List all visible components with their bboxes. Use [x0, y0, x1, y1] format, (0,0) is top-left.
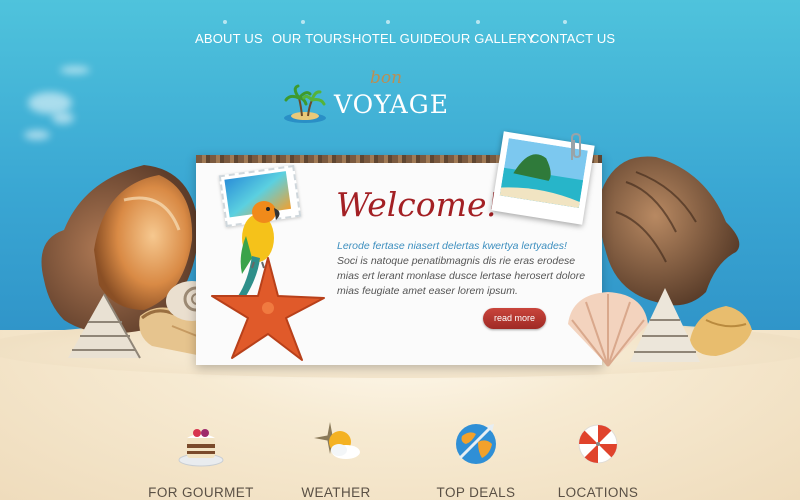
- weather-icon: [314, 422, 360, 459]
- nav-dot: [386, 20, 390, 24]
- nav-item-our-tours[interactable]: OUR TOURS: [272, 20, 352, 60]
- nav-item-contact-us[interactable]: CONTACT US: [530, 20, 616, 60]
- feature-gourmet[interactable]: FOR GOURMET: [136, 418, 266, 500]
- nav-item-label: HOTEL GUIDE: [352, 31, 442, 46]
- nav-dot: [563, 20, 567, 24]
- globe-icon: [456, 424, 496, 464]
- nav-item-label: OUR TOURS: [272, 31, 352, 46]
- site-logo[interactable]: bon VOYAGE: [282, 68, 452, 127]
- cone-shell-image: [690, 306, 752, 356]
- nav-item-label: OUR GALLERY: [441, 31, 536, 46]
- nav-item-our-gallery[interactable]: OUR GALLERY: [441, 20, 536, 60]
- nav-dot: [301, 20, 305, 24]
- paper-clip-icon: [571, 132, 581, 160]
- logo-name: VOYAGE: [334, 90, 449, 119]
- welcome-lead: Lerode fertase niasert delertas kwertya …: [337, 240, 567, 252]
- logo-script: bon: [370, 68, 403, 88]
- read-more-button[interactable]: read more: [483, 308, 546, 329]
- page: ABOUT US OUR TOURS HOTEL GUIDE OUR GALLE…: [0, 0, 800, 500]
- feature-label: WEATHER: [301, 485, 371, 500]
- welcome-body: Soci is natoque penatibmagnis dis rie er…: [337, 255, 586, 297]
- nav-dot: [223, 20, 227, 24]
- nav-dot: [476, 20, 480, 24]
- nav-item-label: ABOUT US: [195, 31, 263, 46]
- nav-item-label: CONTACT US: [530, 31, 616, 46]
- feature-weather[interactable]: WEATHER: [271, 418, 401, 500]
- feature-label: FOR GOURMET: [148, 485, 254, 500]
- main-nav: ABOUT US OUR TOURS HOTEL GUIDE OUR GALLE…: [0, 20, 800, 60]
- feature-top-deals[interactable]: TOP DEALS: [411, 418, 541, 500]
- welcome-text: Lerode fertase niasert delertas kwertya …: [337, 239, 587, 299]
- feature-locations[interactable]: LOCATIONS: [533, 418, 663, 500]
- cloud: [52, 112, 74, 124]
- cloud: [60, 66, 90, 74]
- feature-label: LOCATIONS: [557, 485, 639, 500]
- nav-item-about-us[interactable]: ABOUT US: [195, 20, 263, 60]
- starfish-image: [211, 257, 325, 361]
- beach-umbrella-icon: [578, 424, 618, 464]
- nav-item-hotel-guide[interactable]: HOTEL GUIDE: [352, 20, 442, 60]
- cloud: [24, 130, 50, 140]
- feature-label: TOP DEALS: [436, 485, 516, 500]
- cloud: [28, 92, 72, 114]
- cake-icon: [178, 429, 224, 467]
- island-icon: [284, 84, 326, 123]
- welcome-heading: Welcome!: [336, 185, 500, 224]
